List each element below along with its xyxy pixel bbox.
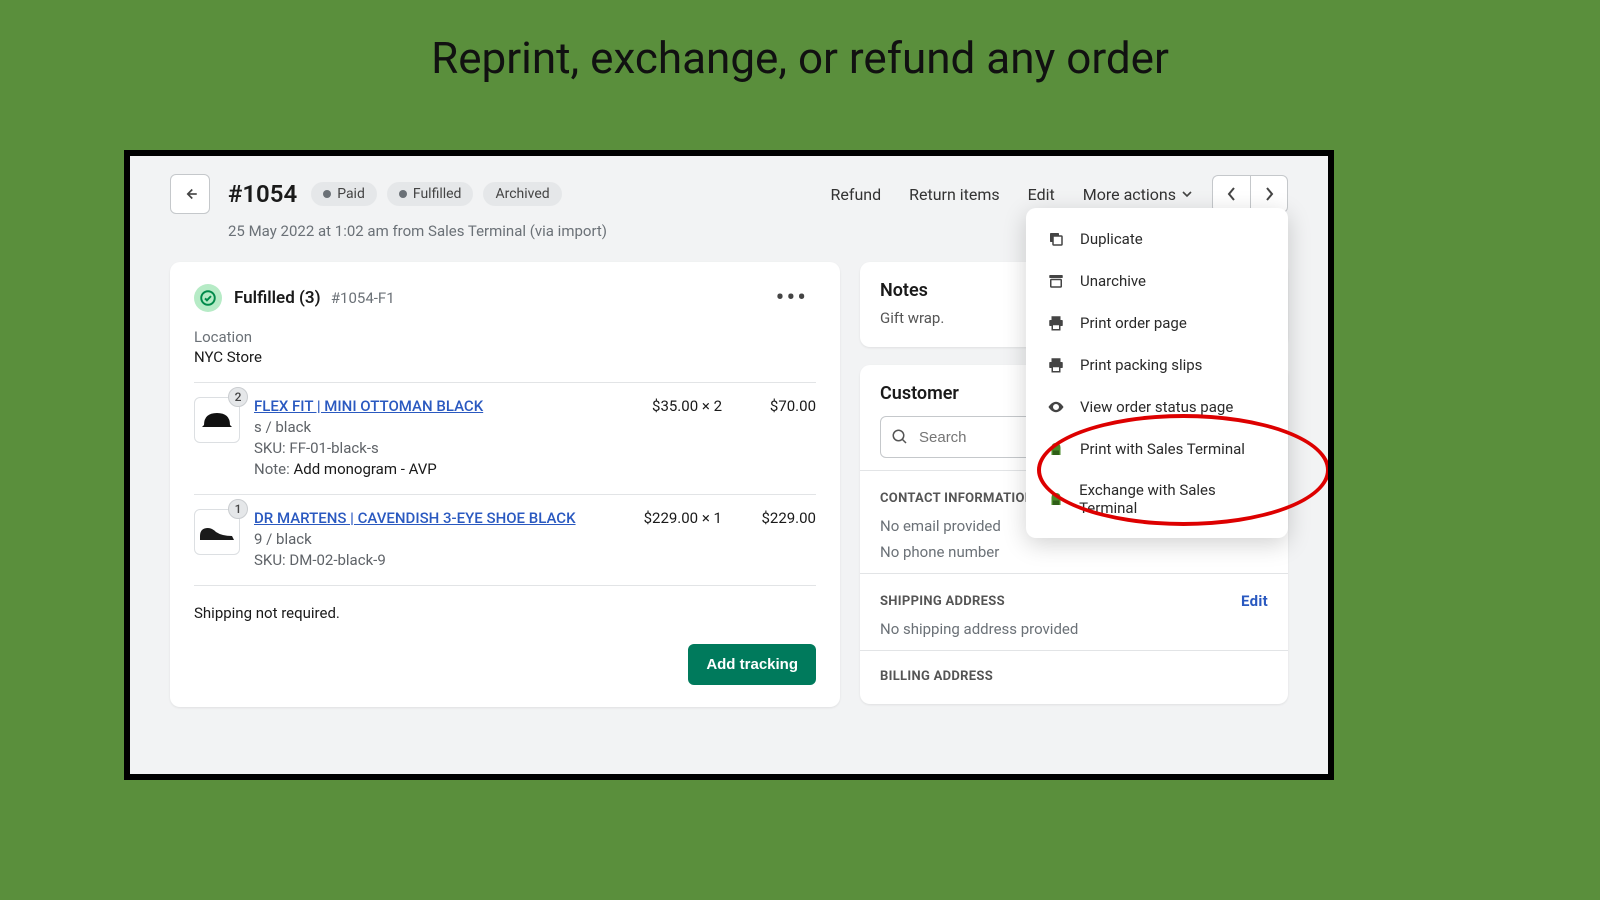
qty-badge: 2 (228, 387, 248, 407)
cap-icon (200, 407, 234, 433)
caret-down-icon (1182, 189, 1192, 199)
product-note: Note: Add monogram - AVP (254, 460, 598, 478)
dropdown-print-order[interactable]: Print order page (1026, 302, 1288, 344)
dropdown-print-packing[interactable]: Print packing slips (1026, 344, 1288, 386)
return-items-action[interactable]: Return items (909, 185, 1000, 204)
more-actions-button[interactable]: More actions (1083, 185, 1192, 204)
back-button[interactable] (170, 174, 210, 214)
notes-title: Notes (880, 280, 928, 301)
line-item: 1 DR MARTENS | CAVENDISH 3-EYE SHOE BLAC… (194, 495, 816, 586)
dropdown-view-status[interactable]: View order status page (1026, 386, 1288, 428)
no-shipping: No shipping address provided (880, 620, 1268, 638)
unarchive-icon (1046, 271, 1066, 291)
chevron-left-icon (1226, 187, 1238, 201)
edit-action[interactable]: Edit (1028, 185, 1055, 204)
chevron-right-icon (1263, 187, 1275, 201)
line-total: $229.00 (736, 509, 816, 569)
fulfilled-card: Fulfilled (3) #1054-F1 ••• Location NYC … (170, 262, 840, 707)
product-sku: SKU: FF-01-black-s (254, 439, 598, 457)
duplicate-icon (1046, 229, 1066, 249)
no-phone: No phone number (880, 543, 1268, 561)
line-total: $70.00 (736, 397, 816, 478)
print-icon (1046, 313, 1066, 333)
shipping-edit-link[interactable]: Edit (1241, 592, 1268, 610)
qty-badge: 1 (228, 499, 248, 519)
page-caption: Reprint, exchange, or refund any order (0, 0, 1600, 102)
refund-action[interactable]: Refund (831, 185, 882, 204)
shipping-note: Shipping not required. (194, 586, 816, 644)
location-label: Location (194, 328, 816, 346)
fulfilled-badge: Fulfilled (387, 182, 474, 206)
fulfillment-id: #1054-F1 (331, 289, 395, 307)
eye-icon (1046, 397, 1066, 417)
billing-address-label: BILLING ADDRESS (880, 669, 993, 684)
fulfilled-title: Fulfilled (3) #1054-F1 (234, 288, 395, 308)
line-item: 2 FLEX FIT | MINI OTTOMAN BLACK s / blac… (194, 383, 816, 495)
product-variant: s / black (254, 418, 598, 436)
shipping-address-label: SHIPPING ADDRESS (880, 594, 1005, 609)
unit-qty-calc: $229.00 × 1 (612, 509, 722, 569)
dropdown-unarchive[interactable]: Unarchive (1026, 260, 1288, 302)
print-icon (1046, 355, 1066, 375)
unit-qty-calc: $35.00 × 2 (612, 397, 722, 478)
sales-terminal-icon (1046, 439, 1066, 459)
shoe-icon (198, 522, 236, 542)
order-number-title: #1054 (228, 180, 297, 208)
fulfilled-more-button[interactable]: ••• (768, 290, 816, 306)
dropdown-print-sales-terminal[interactable]: Print with Sales Terminal (1026, 428, 1288, 470)
arrow-left-icon (181, 185, 199, 203)
sales-terminal-icon (1046, 489, 1065, 509)
dropdown-duplicate[interactable]: Duplicate (1026, 218, 1288, 260)
customer-title: Customer (880, 383, 959, 404)
add-tracking-button[interactable]: Add tracking (688, 644, 816, 685)
more-actions-dropdown: Duplicate Unarchive Print order page Pri… (1026, 208, 1288, 538)
fulfilled-check-icon (194, 284, 222, 312)
status-dot-icon (399, 190, 407, 198)
product-title-link[interactable]: FLEX FIT | MINI OTTOMAN BLACK (254, 397, 598, 415)
location-value: NYC Store (194, 348, 816, 366)
app-frame: #1054 Paid Fulfilled Archived Refund Ret… (124, 150, 1334, 780)
product-sku: SKU: DM-02-black-9 (254, 551, 598, 569)
search-icon (891, 428, 909, 446)
product-variant: 9 / black (254, 530, 598, 548)
ellipsis-icon: ••• (776, 283, 808, 313)
paid-badge: Paid (311, 182, 377, 206)
dropdown-exchange-sales-terminal[interactable]: Exchange with Sales Terminal (1026, 470, 1288, 528)
product-title-link[interactable]: DR MARTENS | CAVENDISH 3-EYE SHOE BLACK (254, 509, 598, 527)
status-dot-icon (323, 190, 331, 198)
contact-info-label: CONTACT INFORMATION (880, 491, 1034, 506)
archived-badge: Archived (483, 182, 561, 206)
